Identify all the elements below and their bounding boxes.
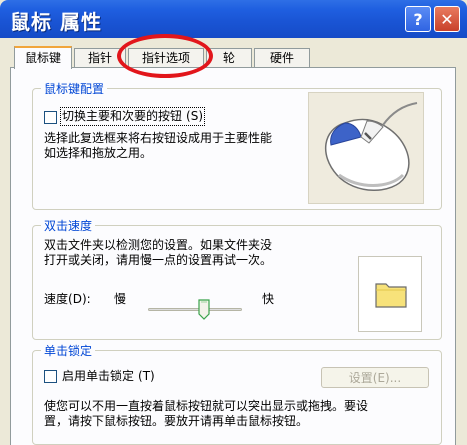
tab-pointers[interactable]: 指针 [74,48,126,67]
mouse-icon [324,102,418,191]
tab-buttons[interactable]: 鼠标键 [14,46,72,69]
tab-pointer-options-label: 指针选项 [141,51,190,65]
settings-button-label: 设置(E)... [348,371,402,385]
speed-label-hotkey: (D) [68,292,87,306]
mouse-preview [308,92,424,204]
tab-pointer-options[interactable]: 指针选项 [128,48,204,67]
click-lock-description-1: 使您可以不用一直按着鼠标按钮就可以突出显示或拖拽。要设 [44,399,369,413]
speed-slider-thumb[interactable] [198,299,210,320]
tab-pointers-label: 指针 [87,51,112,65]
tab-hardware[interactable]: 硬件 [254,48,310,67]
window-title: 鼠标 属性 [10,10,102,34]
test-area[interactable] [358,256,422,332]
help-button[interactable]: ? [405,6,431,32]
mouse-properties-window: 鼠标 属性 ? ✕ 鼠标键 指针 指针选项 轮 硬件 鼠标键配置 切换主要和次要… [0,0,467,445]
double-click-title: 双击速度 [41,217,96,234]
title-bar[interactable]: 鼠标 属性 ? ✕ [0,0,467,38]
speed-slider-track[interactable] [148,308,242,311]
click-lock-hotkey: (T) [138,369,155,383]
click-lock-label-text: 启用单击锁定 [62,369,135,383]
switch-buttons-text: 切换主要和次要的按钮 [62,109,183,123]
click-lock-group: 单击锁定 [32,342,442,445]
folder-icon [375,283,407,308]
slow-label: 慢 [114,292,127,306]
tab-wheel-label: 轮 [222,51,235,65]
speed-label-text: 速度 [44,292,69,306]
click-lock-settings-button[interactable]: 设置(E)... [321,367,429,388]
tab-hardware-label: 硬件 [269,51,294,65]
tab-wheel[interactable]: 轮 [206,48,252,67]
tab-buttons-label: 鼠标键 [24,51,61,65]
switch-buttons-label[interactable]: 切换主要和次要的按钮 (S) [60,107,205,126]
switch-buttons-hotkey: (S) [186,109,203,123]
double-click-description-2: 打开或关闭，请用慢一点的设置再试一次。 [44,253,273,267]
click-lock-title: 单击锁定 [41,342,96,359]
close-icon: ✕ [440,9,454,29]
slider-thumb-icon [198,299,210,320]
click-lock-checkbox[interactable] [44,370,57,383]
double-click-description-1: 双击文件夹以检测您的设置。如果文件夹没 [44,238,273,252]
button-config-description-2: 如选择和拖放之用。 [44,146,153,160]
close-button[interactable]: ✕ [434,6,460,32]
help-icon: ? [413,9,423,29]
button-config-title: 鼠标键配置 [41,80,108,97]
fast-label: 快 [262,292,275,306]
click-lock-description-2: 置，请按下鼠标按钮。要放开请再单击鼠标按钮。 [44,414,309,428]
button-config-description-1: 选择此复选框来将右按钮设成用于主要性能 [44,131,273,145]
switch-buttons-checkbox[interactable] [44,111,57,124]
speed-label: 速度(D): [44,292,91,306]
click-lock-label[interactable]: 启用单击锁定 (T) [62,369,155,384]
